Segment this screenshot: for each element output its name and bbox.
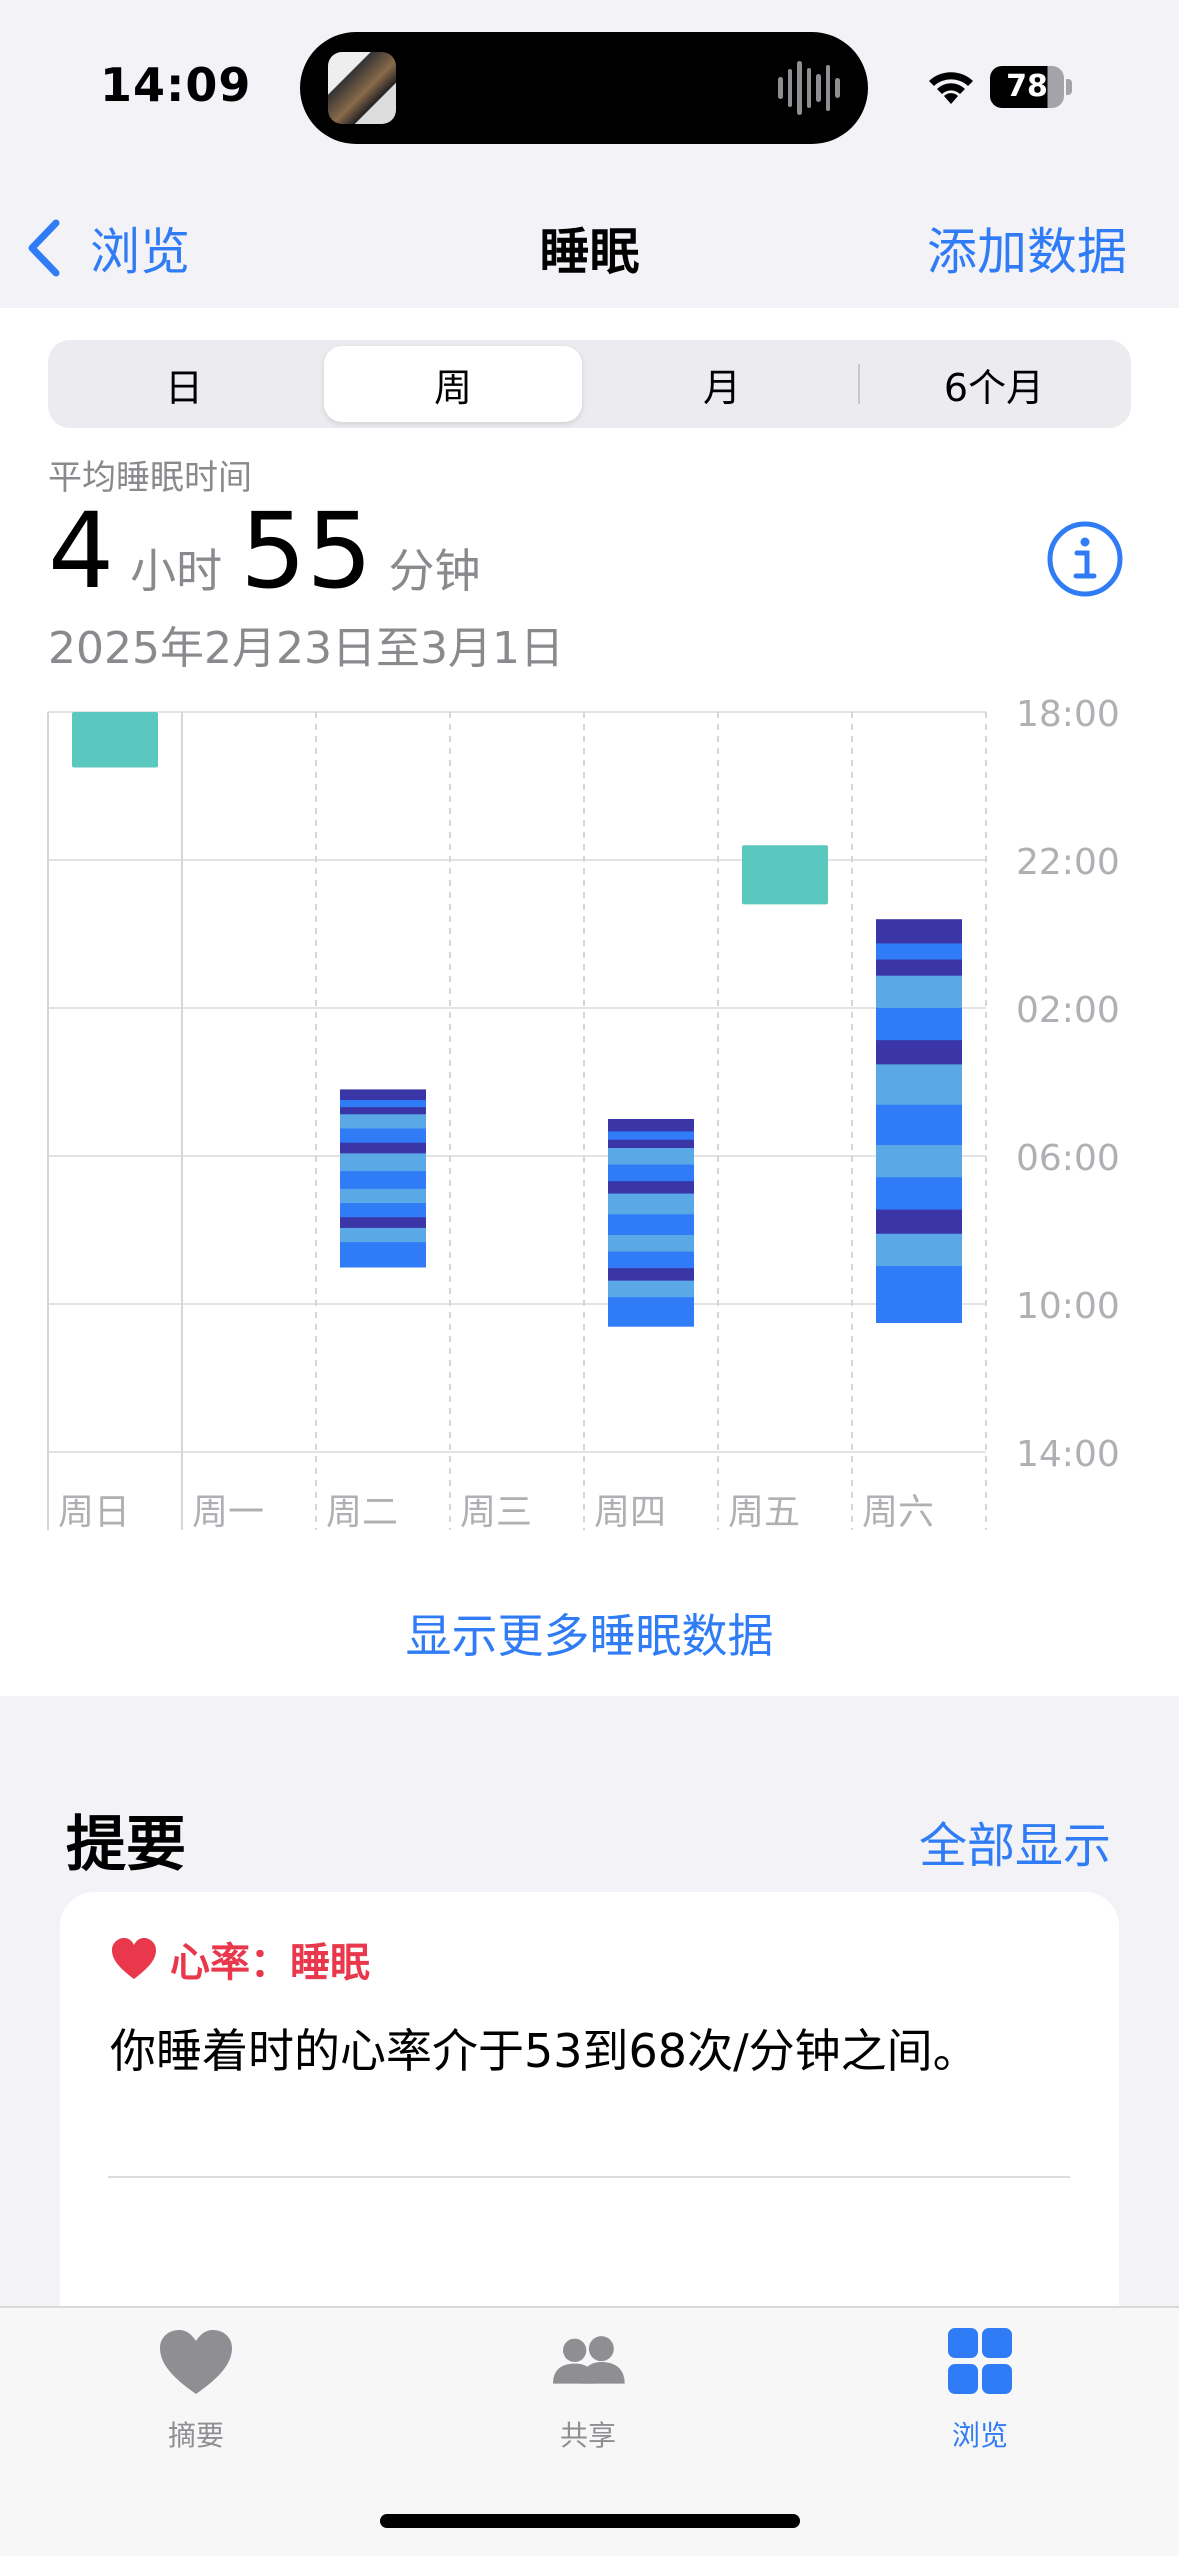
tab-summary[interactable]: 摘要	[96, 2326, 296, 2454]
grid-icon	[948, 2328, 1012, 2394]
segment-divider	[858, 364, 860, 404]
battery-level: 78	[1006, 69, 1048, 104]
y-tick-label: 02:00	[1016, 990, 1120, 1031]
hours-unit: 小时	[130, 544, 223, 598]
period-segmented-control[interactable]: 日 周 月 6个月	[48, 340, 1131, 428]
average-value: 4 小时 55 分钟	[48, 490, 499, 612]
sleep-stage-segment	[608, 1131, 694, 1141]
info-icon[interactable]	[1046, 520, 1124, 598]
sleep-range-chart[interactable]: 18:00 22:00 02:00 06:00 10:00 14:00 周日 周一 周二 周三 周四…	[0, 690, 1179, 1540]
home-indicator	[380, 2514, 800, 2528]
x-tick-label: 周三	[460, 1492, 532, 1533]
segment-month[interactable]: 月	[592, 346, 852, 422]
heart-icon	[160, 2330, 232, 2394]
segment-day[interactable]: 日	[54, 346, 314, 422]
battery-icon: 78	[990, 66, 1072, 108]
sleep-bar	[876, 919, 962, 1323]
sleep-stage-segment	[876, 1209, 962, 1235]
status-time: 14:09	[100, 58, 252, 112]
x-tick-label: 周六	[862, 1492, 934, 1533]
sleep-stage-segment	[340, 1227, 426, 1243]
sleep-stage-segment	[876, 959, 962, 977]
heart-icon	[112, 1938, 156, 1979]
people-icon	[553, 2336, 625, 2384]
y-tick-label: 14:00	[1016, 1434, 1120, 1475]
y-tick-label: 10:00	[1016, 1286, 1120, 1327]
x-tick-label: 周五	[728, 1492, 800, 1533]
tab-browse[interactable]: 浏览	[880, 2326, 1080, 2454]
sleep-stage-segment	[876, 1266, 962, 1323]
y-tick-label: 06:00	[1016, 1138, 1120, 1179]
awake-bar	[742, 845, 828, 905]
sleep-stage-segment	[340, 1100, 426, 1108]
sleep-stage-segment	[340, 1153, 426, 1172]
sleep-stage-segment	[340, 1203, 426, 1218]
sleep-stage-segment	[608, 1251, 694, 1269]
average-hours: 4	[48, 490, 115, 612]
add-data-button[interactable]: 添加数据	[927, 212, 1127, 284]
show-all-button[interactable]: 全部显示	[919, 1806, 1111, 1876]
segment-6-months[interactable]: 6个月	[864, 346, 1124, 422]
minutes-unit: 分钟	[388, 544, 481, 598]
sleep-stage-segment	[876, 1233, 962, 1267]
x-tick-label: 周四	[594, 1492, 666, 1533]
sleep-stage-segment	[608, 1139, 694, 1149]
sleep-stage-segment	[876, 943, 962, 961]
tab-browse-label: 浏览	[951, 2419, 1008, 2452]
sleep-stage-segment	[340, 1089, 426, 1101]
sleep-stage-segment	[608, 1235, 694, 1253]
average-minutes: 55	[240, 490, 373, 612]
tab-sharing[interactable]: 共享	[488, 2326, 688, 2454]
sleep-bar	[608, 1119, 694, 1327]
audio-wave-icon	[778, 56, 841, 120]
sleep-stage-segment	[876, 1104, 962, 1146]
sleep-stage-segment	[876, 1177, 962, 1211]
summary-title: 提要	[66, 1810, 186, 1880]
sleep-stage-segment	[340, 1242, 426, 1268]
sleep-stage-segment	[608, 1268, 694, 1282]
sleep-stage-segment	[340, 1142, 426, 1154]
x-tick-label: 周一	[192, 1492, 264, 1533]
awake-bar	[72, 712, 158, 768]
y-tick-label: 18:00	[1016, 694, 1120, 735]
tab-summary-label: 摘要	[167, 2419, 224, 2452]
sleep-stage-segment	[876, 1040, 962, 1065]
sleep-stage-segment	[876, 975, 962, 1009]
sleep-stage-segment	[608, 1181, 694, 1195]
sleep-stage-segment	[608, 1280, 694, 1298]
sleep-stage-segment	[340, 1107, 426, 1115]
sleep-stage-segment	[340, 1171, 426, 1190]
sleep-bar	[340, 1089, 426, 1268]
sleep-stage-segment	[608, 1297, 694, 1327]
sleep-stage-segment	[608, 1148, 694, 1166]
sleep-stage-segment	[876, 1064, 962, 1106]
sleep-stage-segment	[340, 1217, 426, 1229]
heart-rate-description: 你睡着时的心率介于53到68次/分钟之间。	[110, 2024, 979, 2078]
sleep-stage-segment	[876, 1145, 962, 1178]
y-tick-label: 22:00	[1016, 842, 1120, 883]
sleep-stage-segment	[876, 1007, 962, 1041]
sleep-stage-segment	[340, 1128, 426, 1144]
tab-sharing-label: 共享	[559, 2419, 616, 2452]
show-more-sleep-data-link[interactable]: 显示更多睡眠数据	[0, 1600, 1179, 1666]
heart-rate-card-title: 心率：睡眠	[170, 1940, 370, 1986]
sleep-stage-segment	[608, 1164, 694, 1182]
sleep-stage-segment	[340, 1188, 426, 1204]
sleep-stage-segment	[608, 1214, 694, 1236]
segment-week[interactable]: 周	[324, 346, 582, 422]
heart-rate-card-header: 心率：睡眠	[110, 1930, 370, 1988]
card-divider	[108, 2176, 1070, 2178]
sleep-stage-segment	[608, 1193, 694, 1215]
date-range: 2025年2月23日至3月1日	[48, 623, 564, 674]
sleep-stage-segment	[340, 1114, 426, 1129]
wifi-icon	[929, 72, 973, 104]
sleep-stage-segment	[876, 919, 962, 944]
now-playing-artwork	[328, 52, 396, 124]
x-tick-label: 周二	[326, 1492, 398, 1533]
x-tick-label: 周日	[58, 1492, 130, 1533]
sleep-stage-segment	[608, 1119, 694, 1132]
